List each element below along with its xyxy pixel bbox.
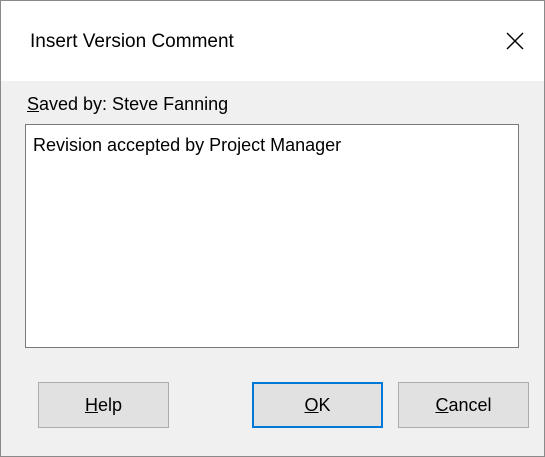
ok-label: K — [318, 394, 331, 415]
insert-version-comment-dialog: Insert Version Comment Saved by: Steve F… — [0, 0, 545, 457]
ok-button[interactable]: OK — [252, 382, 383, 428]
saved-by-text: aved by: Steve Fanning — [39, 94, 229, 114]
comment-textarea[interactable]: Revision accepted by Project Manager — [25, 124, 519, 348]
saved-by-label: Saved by: Steve Fanning — [27, 93, 228, 115]
cancel-mnemonic: C — [435, 394, 449, 415]
dialog-body: Saved by: Steve Fanning Revision accepte… — [1, 81, 544, 456]
dialog-title: Insert Version Comment — [30, 31, 234, 52]
cancel-label: ancel — [448, 394, 492, 415]
help-button[interactable]: Help — [38, 382, 169, 428]
close-icon — [506, 32, 524, 50]
help-label: elp — [97, 394, 123, 415]
close-button[interactable] — [486, 15, 544, 67]
title-bar: Insert Version Comment — [1, 1, 544, 81]
saved-by-mnemonic: S — [27, 94, 40, 114]
help-mnemonic: H — [84, 394, 98, 415]
ok-mnemonic: O — [304, 394, 319, 415]
cancel-button[interactable]: Cancel — [398, 382, 529, 428]
